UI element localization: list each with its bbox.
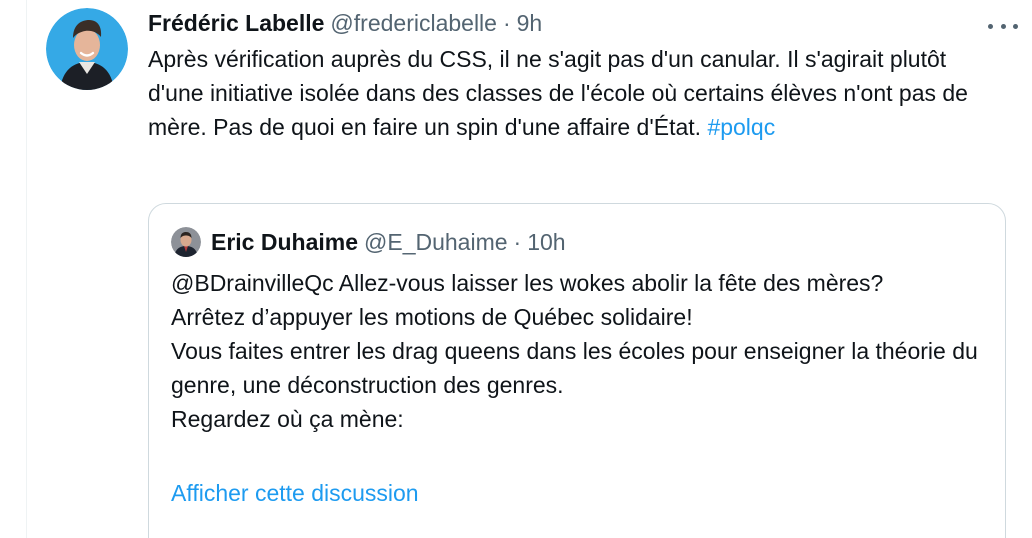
quoted-timestamp: 10h	[527, 228, 566, 255]
quoted-tweet-card[interactable]: Eric Duhaime @E_Duhaime · 10h @BDrainvil…	[148, 203, 1006, 538]
quoted-author-name: Eric Duhaime	[211, 228, 358, 255]
tweet-text-body: Après vérification auprès du CSS, il ne …	[148, 46, 968, 140]
tweet[interactable]: Frédéric Labelle @fredericlabelle · 9h A…	[0, 0, 1032, 538]
quoted-text-line: Regardez où ça mène:	[171, 406, 404, 432]
more-horizontal-icon	[1013, 23, 1018, 29]
author-name[interactable]: Frédéric Labelle	[148, 10, 324, 37]
tweet-text: Après vérification auprès du CSS, il ne …	[148, 42, 1008, 144]
more-horizontal-icon	[988, 23, 993, 29]
quoted-text-line: Arrêtez d’appuyer les motions de Québec …	[171, 304, 693, 330]
separator-dot: ·	[502, 9, 511, 36]
show-thread-link[interactable]: Afficher cette discussion	[171, 476, 419, 510]
quoted-author-handle: @E_Duhaime	[364, 228, 508, 255]
avatar-image	[46, 8, 128, 90]
quoted-avatar-image	[171, 227, 201, 257]
timestamp[interactable]: 9h	[517, 10, 543, 37]
quoted-text-line: Vous faites entrer les drag queens dans …	[171, 338, 978, 398]
tweet-content: Frédéric Labelle @fredericlabelle · 9h A…	[148, 6, 1018, 144]
more-horizontal-icon	[1000, 23, 1006, 29]
quoted-tweet-header: Eric Duhaime @E_Duhaime · 10h	[171, 226, 566, 258]
author-handle[interactable]: @fredericlabelle	[330, 10, 497, 37]
quoted-separator-dot: ·	[513, 228, 522, 255]
quoted-avatar	[171, 227, 201, 257]
timeline-divider	[26, 0, 27, 538]
quoted-tweet-text: @BDrainvilleQc Allez-vous laisser les wo…	[171, 266, 991, 436]
tweet-header: Frédéric Labelle @fredericlabelle · 9h	[148, 6, 1018, 40]
more-options-button[interactable]	[988, 18, 1018, 34]
hashtag-link[interactable]: #polqc	[707, 114, 775, 140]
avatar[interactable]	[46, 8, 128, 90]
quoted-text-line: @BDrainvilleQc Allez-vous laisser les wo…	[171, 270, 884, 296]
